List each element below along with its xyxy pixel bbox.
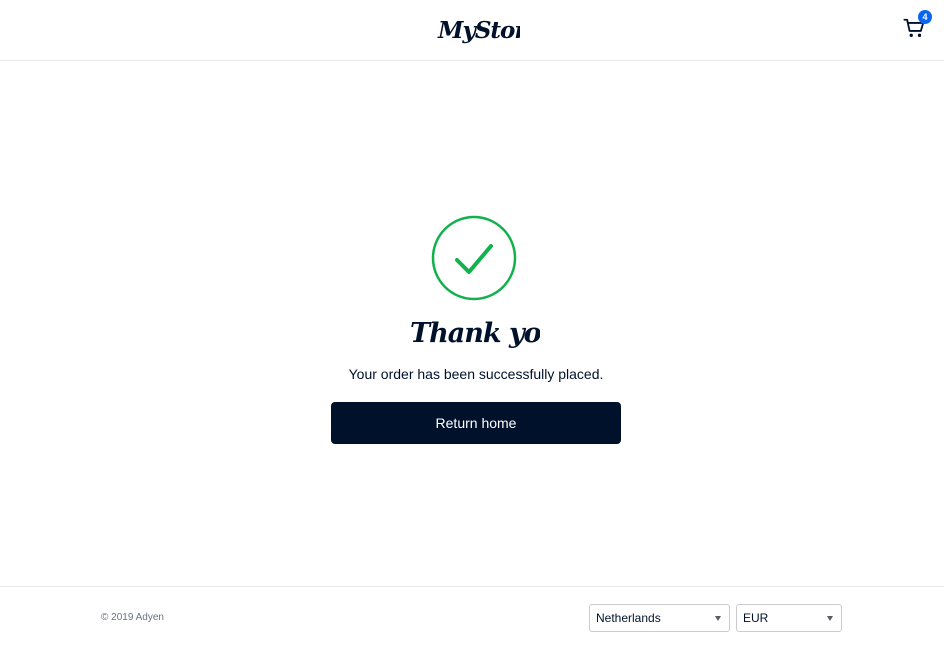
site-header: MyStore. 4 [0, 0, 944, 61]
order-success-message: Your order has been successfully placed. [348, 366, 604, 382]
currency-select-value: EUR [743, 611, 769, 625]
currency-select[interactable]: EUR [736, 604, 842, 632]
copyright-text: © 2019 Adyen [101, 612, 164, 623]
caret-down-icon [827, 616, 833, 621]
site-footer: © 2019 Adyen Netherlands EUR [0, 586, 944, 648]
caret-down-icon [715, 616, 721, 621]
svg-text:Thank you!: Thank you! [410, 318, 540, 349]
svg-text:MyStore.: MyStore. [437, 17, 520, 44]
store-logo[interactable]: MyStore. [436, 12, 520, 52]
checkmark-circle-icon [431, 215, 517, 301]
country-select-value: Netherlands [596, 611, 661, 625]
cart-count-badge: 4 [918, 10, 932, 24]
country-select[interactable]: Netherlands [589, 604, 730, 632]
thank-you-heading: Thank you! [410, 318, 540, 349]
order-confirmation-page: MyStore. 4 Thank you! Your order has bee… [0, 0, 944, 648]
return-home-button[interactable]: Return home [331, 402, 621, 444]
cart-button[interactable]: 4 [903, 10, 932, 39]
